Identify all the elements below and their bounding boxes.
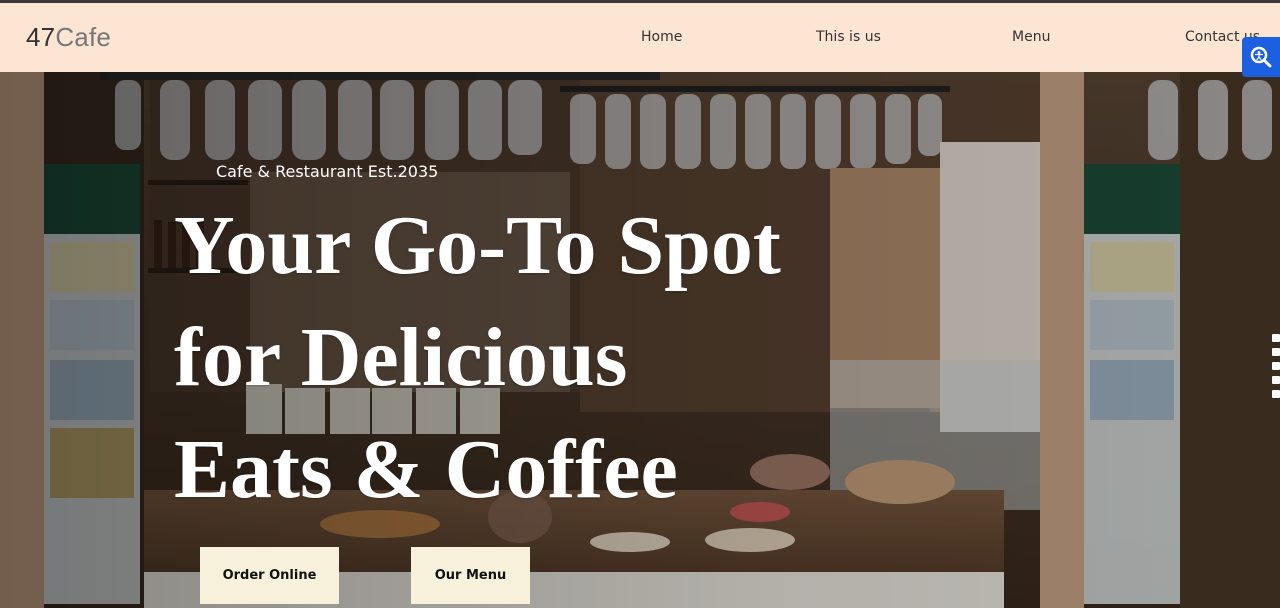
- hero-headline: Your Go-To Spot for Delicious Eats & Cof…: [174, 190, 781, 526]
- widget-square-icon: [1272, 390, 1280, 398]
- widget-square-icon: [1272, 348, 1280, 356]
- nav-about-link[interactable]: This is us: [816, 29, 881, 45]
- hero-section: Cafe & Restaurant Est.2035 Your Go-To Sp…: [0, 72, 1280, 608]
- headline-line-1: Your Go-To Spot: [174, 199, 781, 292]
- order-online-button[interactable]: Order Online: [200, 547, 339, 604]
- nav-menu-link[interactable]: Menu: [1012, 29, 1050, 45]
- nav-home-link[interactable]: Home: [641, 29, 682, 45]
- our-menu-button[interactable]: Our Menu: [411, 547, 530, 604]
- accessibility-button[interactable]: [1242, 37, 1280, 77]
- site-navbar: 47Cafe Home This is us Menu Contact us: [0, 3, 1280, 72]
- hero-tagline: Cafe & Restaurant Est.2035: [216, 162, 439, 181]
- brand-word: Cafe: [55, 22, 112, 52]
- side-widget-tab[interactable]: [1272, 334, 1280, 434]
- brand-number: 47: [26, 22, 56, 52]
- widget-square-icon: [1272, 334, 1280, 342]
- widget-square-icon: [1272, 376, 1280, 384]
- widget-square-icon: [1272, 362, 1280, 370]
- brand-logo[interactable]: 47Cafe: [26, 22, 111, 53]
- headline-line-2: for Delicious: [174, 311, 628, 404]
- headline-line-3: Eats & Coffee: [174, 423, 678, 516]
- accessibility-magnifier-icon: [1250, 46, 1272, 68]
